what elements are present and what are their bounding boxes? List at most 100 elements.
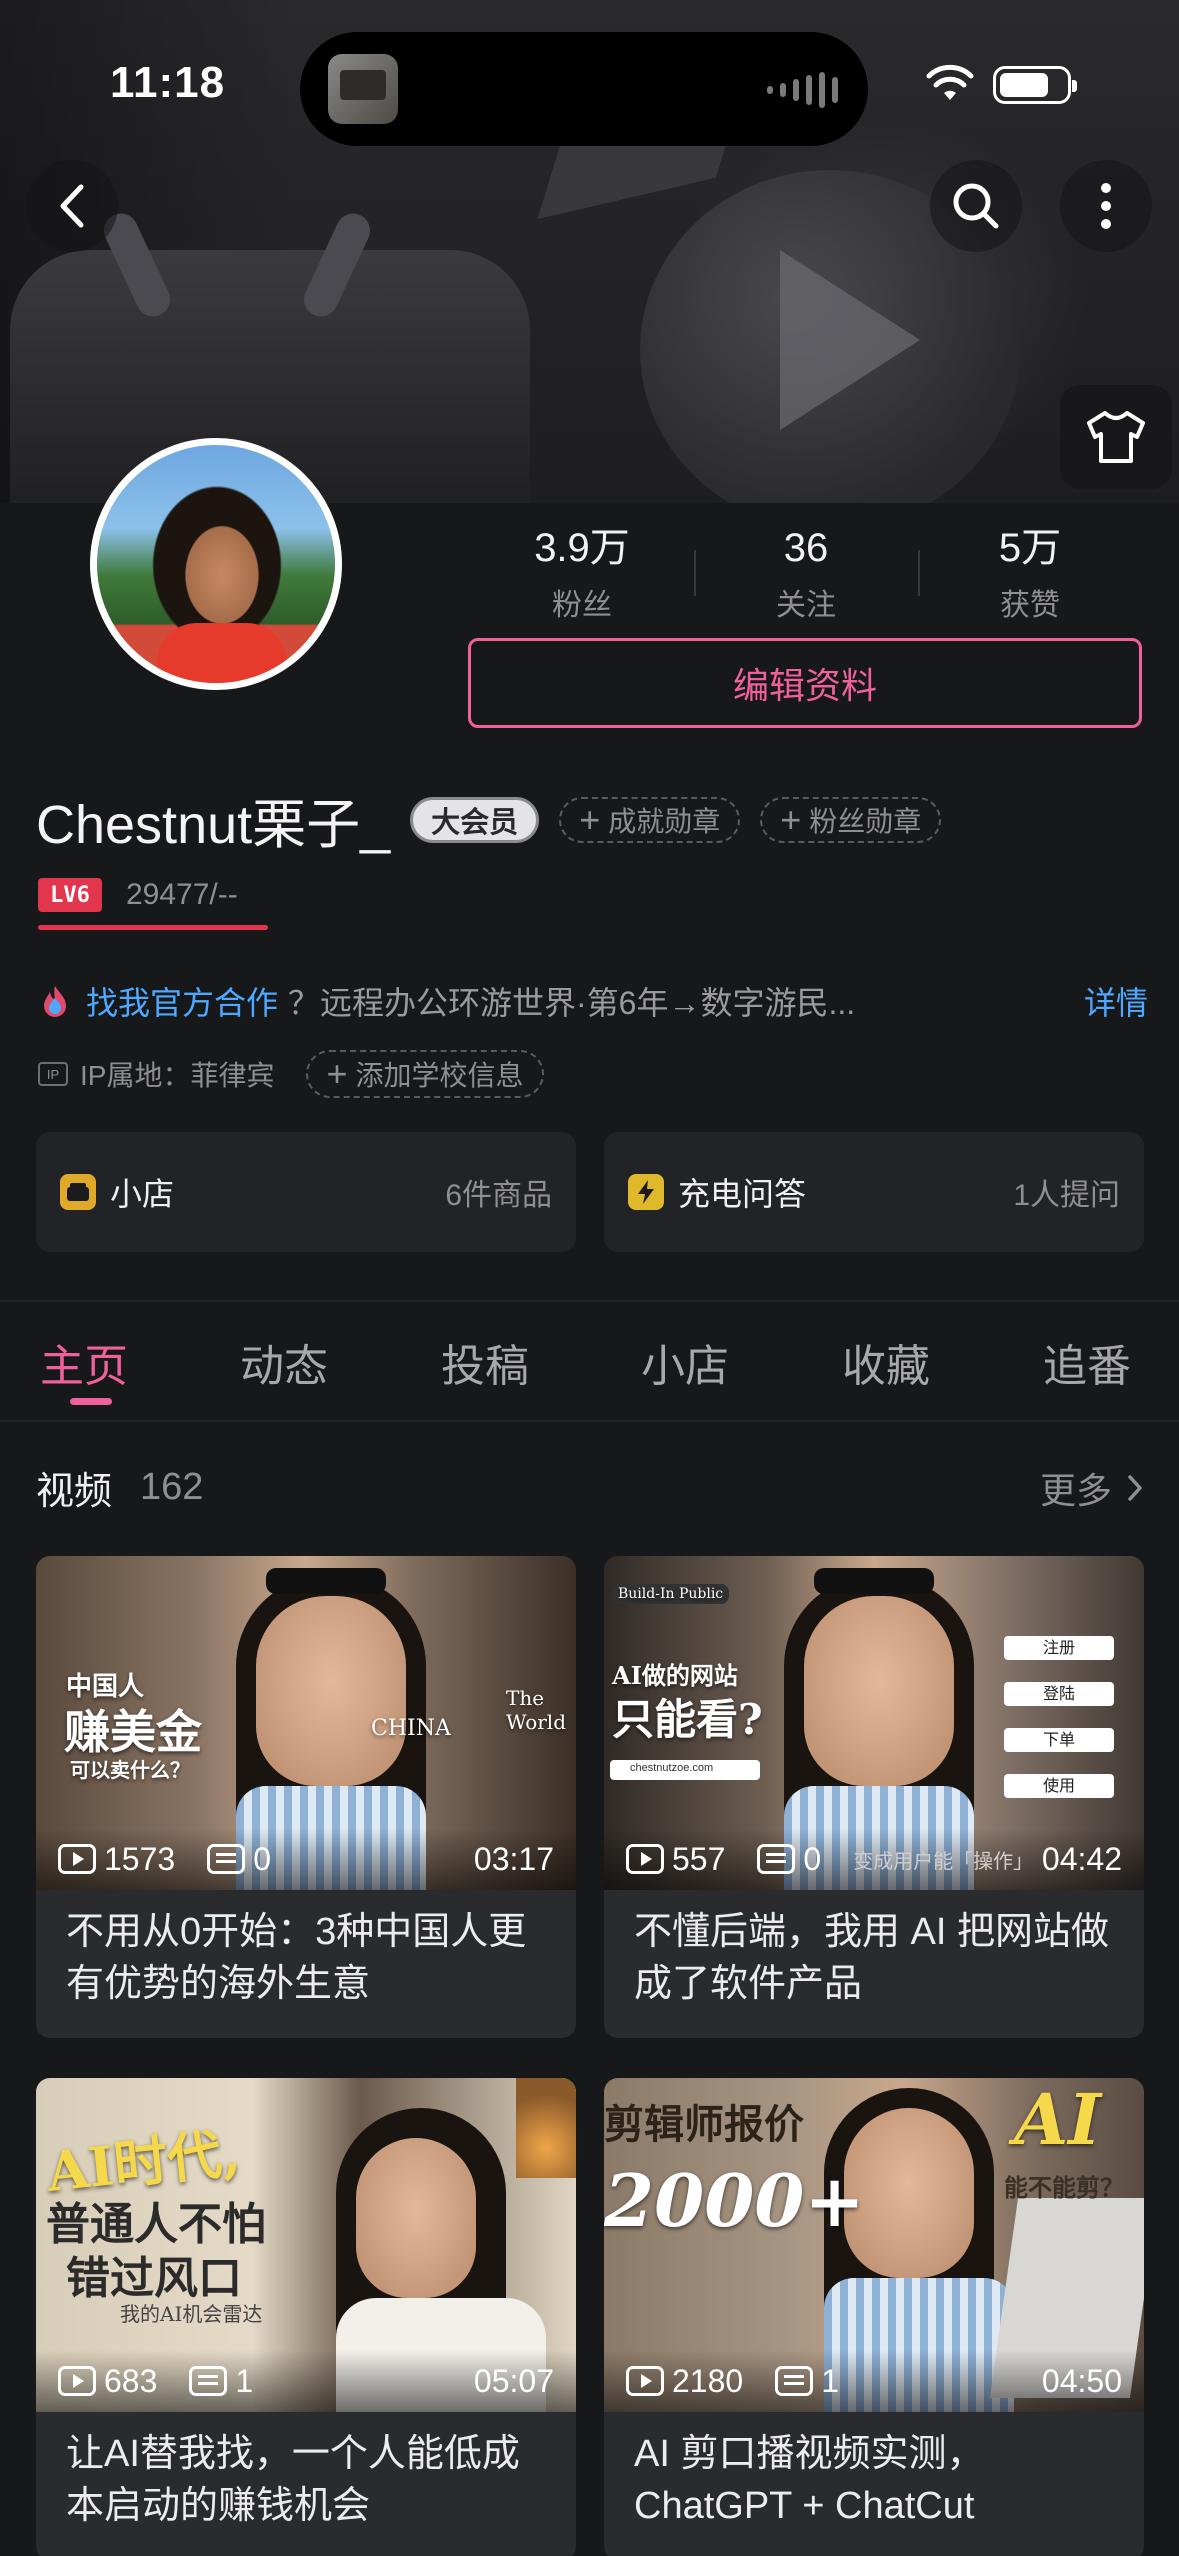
achievement-medal-button[interactable]: + 成就勋章	[559, 796, 741, 843]
tab-dynamics[interactable]: 动态	[240, 1330, 328, 1394]
plus-icon: +	[326, 1053, 348, 1094]
overlay-text: Build-In Public	[612, 1584, 730, 1604]
add-school-button[interactable]: + 添加学校信息	[306, 1050, 544, 1098]
overlay-button: 使用	[1004, 1774, 1114, 1798]
tab-anime[interactable]: 追番	[1043, 1330, 1131, 1394]
video-title: 不用从0开始：3种中国人更有优势的海外生意	[66, 1911, 527, 2005]
more-options-button[interactable]	[1060, 160, 1152, 252]
overlay-text: 能不能剪？	[1004, 2173, 1124, 2202]
more-vertical-icon	[1101, 183, 1111, 229]
overlay-text: 我的AI机会雷达	[120, 2302, 263, 2326]
url-bar: chestnutzoe.com	[610, 1760, 760, 1780]
bio-text: ？远程办公环游世界·第6年→数字游民...	[288, 985, 856, 1021]
play-count-icon	[58, 2366, 96, 2396]
ip-row: IP IP属地：菲律宾 + 添加学校信息	[38, 1050, 544, 1098]
level-row[interactable]: LV6 29477/--	[38, 878, 238, 912]
play-count-icon	[626, 1844, 664, 1874]
overlay-text: The World	[506, 1686, 566, 1734]
feature-cards: 小店 6件商品 充电问答 1人提问	[36, 1132, 1144, 1252]
vip-badge[interactable]: 大会员	[410, 796, 540, 843]
wifi-icon	[926, 64, 974, 100]
chevron-left-icon	[60, 184, 84, 228]
video-duration: 04:50	[1041, 2362, 1122, 2399]
video-thumbnail: 剪辑师报价 2000+ AI 能不能剪？ 2180 1 04:50	[604, 2078, 1144, 2412]
likes-label: 获赞	[1000, 589, 1060, 622]
back-button[interactable]	[26, 160, 118, 252]
lightning-icon	[628, 1174, 664, 1210]
search-button[interactable]	[930, 160, 1022, 252]
following-stat[interactable]: 36 关注	[694, 520, 918, 624]
overlay-text: CHINA	[371, 1716, 451, 1741]
play-count-icon	[626, 2366, 664, 2396]
tab-submissions[interactable]: 投稿	[441, 1330, 529, 1394]
level-icon: LV6	[38, 878, 102, 912]
bio-detail-link[interactable]: 详情	[1084, 978, 1148, 1024]
tab-shop[interactable]: 小店	[641, 1330, 729, 1394]
charge-qa-card[interactable]: 充电问答 1人提问	[604, 1132, 1144, 1252]
overlay-buttons: 注册 登陆 下单 使用	[1004, 1636, 1114, 1798]
danmaku-icon	[207, 1844, 246, 1874]
play-count-icon	[58, 1844, 96, 1874]
active-tab-indicator	[70, 1398, 112, 1405]
followers-stat[interactable]: 3.9万 粉丝	[470, 520, 694, 624]
view-count: 2180	[672, 2362, 744, 2399]
status-time: 11:18	[110, 58, 226, 107]
video-title: 让AI替我找，一个人能低成本启动的赚钱机会	[66, 2433, 520, 2527]
video-card[interactable]: 中国人 赚美金 可以卖什么？ CHINA The World 1573 0 03…	[36, 1556, 576, 2038]
following-count: 36	[783, 526, 829, 570]
now-playing-thumbnail	[328, 54, 398, 124]
official-cooperation-link[interactable]: 找我官方合作	[86, 978, 278, 1024]
chevron-right-icon	[1128, 1474, 1142, 1501]
danmaku-icon	[775, 2366, 814, 2396]
view-count: 1573	[104, 1840, 176, 1877]
followers-count: 3.9万	[534, 526, 630, 570]
danmaku-count: 0	[803, 1840, 822, 1877]
more-label: 更多	[1039, 1469, 1112, 1511]
battery-icon	[993, 66, 1077, 104]
tab-favorites[interactable]: 收藏	[842, 1330, 930, 1394]
shop-card-sub: 6件商品	[445, 1179, 552, 1212]
official-flame-icon	[44, 986, 66, 1017]
view-count: 683	[104, 2362, 158, 2399]
fan-medal-button[interactable]: + 粉丝勋章	[760, 796, 942, 843]
video-title: 不懂后端，我用 AI 把网站做成了软件产品	[634, 1911, 1110, 2005]
view-count: 557	[672, 1840, 726, 1877]
dress-up-button[interactable]	[1060, 385, 1172, 489]
shop-card[interactable]: 小店 6件商品	[36, 1132, 576, 1252]
video-duration: 03:17	[473, 1840, 554, 1877]
overlay-button: 注册	[1004, 1636, 1114, 1660]
divider	[0, 1420, 1179, 1422]
danmaku-icon	[189, 2366, 228, 2396]
tshirt-icon	[1087, 411, 1145, 463]
more-videos-link[interactable]: 更多	[1040, 1462, 1144, 1514]
video-card[interactable]: Build-In Public AI做的网站 只能看? chestnutzoe.…	[604, 1556, 1144, 2038]
ip-icon: IP	[38, 1062, 68, 1086]
videos-section-header: 视频 162 更多	[36, 1460, 1144, 1515]
video-card[interactable]: 剪辑师报价 2000+ AI 能不能剪？ 2180 1 04:50 AI 剪口播…	[604, 2078, 1144, 2556]
overlay-button: 下单	[1004, 1728, 1114, 1752]
danmaku-count: 1	[235, 2362, 254, 2399]
tab-home[interactable]: 主页	[40, 1330, 128, 1394]
dynamic-island[interactable]	[300, 32, 868, 146]
following-label: 关注	[776, 589, 836, 622]
avatar[interactable]	[90, 438, 342, 690]
profile-tabs: 主页 动态 投稿 小店 收藏 追番	[0, 1330, 1179, 1420]
video-thumbnail: AI时代, 普通人不怕 错过风口 我的AI机会雷达 683 1 05:07	[36, 2078, 576, 2412]
video-meta: 1573 0 03:17	[36, 1828, 576, 1890]
add-school-label: 添加学校信息	[355, 1060, 524, 1091]
section-title: 视频	[36, 1471, 113, 1513]
video-thumbnail: 中国人 赚美金 可以卖什么？ CHINA The World 1573 0 03…	[36, 1556, 576, 1890]
name-row: Chestnut栗子_ 大会员 + 成就勋章 + 粉丝勋章	[36, 780, 942, 859]
likes-count: 5万	[998, 526, 1062, 570]
overlay-text: 错过风口	[66, 2253, 242, 2304]
danmaku-count: 0	[253, 1840, 271, 1877]
plus-icon: +	[579, 798, 601, 840]
video-card[interactable]: AI时代, 普通人不怕 错过风口 我的AI机会雷达 683 1 05:07 让A…	[36, 2078, 576, 2556]
overlay-button: 登陆	[1004, 1682, 1114, 1706]
video-duration: 04:42	[1041, 1840, 1122, 1877]
fan-medal-label: 粉丝勋章	[809, 805, 922, 837]
likes-stat[interactable]: 5万 获赞	[918, 520, 1142, 624]
charge-qa-sub: 1人提问	[1013, 1179, 1120, 1212]
edit-profile-button[interactable]: 编辑资料	[468, 638, 1142, 728]
divider	[0, 1300, 1179, 1302]
